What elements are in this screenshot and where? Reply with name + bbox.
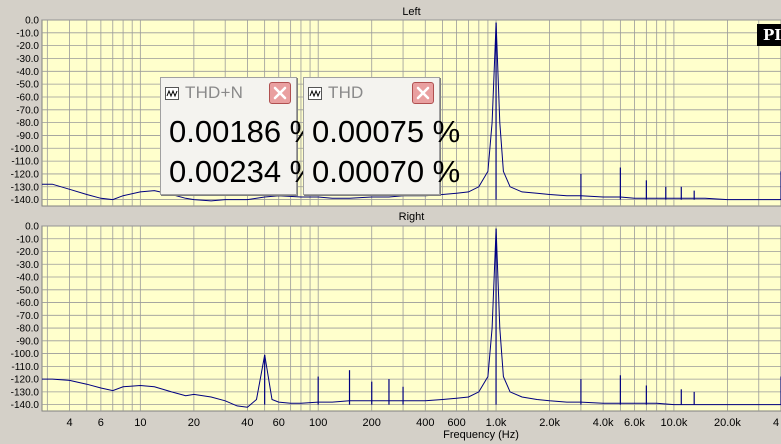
y-tick-label: -20.0 [16, 247, 39, 258]
x-tick-label: 400 [416, 417, 434, 429]
logo-text: PI [763, 26, 781, 44]
spectrum-analyzer: 0.0-10.0-20.0-30.0-40.0-50.0-60.0-70.0-8… [11, 6, 781, 441]
y-tick-label: -50.0 [16, 285, 39, 296]
y-tick-label: -40.0 [16, 273, 39, 284]
x-tick-label: 20 [188, 417, 200, 429]
x-tick-label: 600 [447, 417, 465, 429]
meter-value-left: 0.00075 % [312, 114, 461, 149]
meter-value-right: 0.00234 % [169, 154, 318, 189]
y-tick-label: -100.0 [11, 144, 40, 155]
x-tick-label: 10 [134, 417, 146, 429]
x-tick-label: 4 [66, 417, 72, 429]
meter-value-right: 0.00070 % [312, 154, 461, 189]
y-tick-label: -80.0 [16, 324, 39, 335]
y-tick-label: -110.0 [11, 157, 39, 168]
y-tick-label: 0.0 [25, 16, 39, 27]
y-tick-label: -30.0 [16, 260, 39, 271]
y-tick-label: -60.0 [16, 92, 39, 103]
logo: PI [757, 24, 781, 46]
x-tick-label: 20.0k [714, 417, 741, 429]
y-tick-label: -140.0 [11, 400, 40, 411]
x-tick-label: 60 [273, 417, 285, 429]
meter-name: THD [328, 83, 364, 102]
y-tick-label: -10.0 [16, 28, 39, 39]
y-tick-label: 0.0 [25, 222, 39, 233]
close-icon[interactable] [412, 82, 434, 104]
meter-value-left: 0.00186 % [169, 114, 318, 149]
y-tick-label: -10.0 [16, 234, 39, 245]
y-tick-label: -50.0 [16, 80, 39, 91]
right-panel: 0.0-10.0 -20.0 -30.0 -40.0-50.0 -60.0 -70.0 -8… [11, 211, 781, 441]
panel-title: Right [399, 211, 425, 223]
x-axis-label: Frequency (Hz) [443, 429, 519, 441]
x-tick-label: 100 [309, 417, 327, 429]
meter-icon [308, 86, 322, 100]
y-tick-label: -140.0 [11, 195, 40, 206]
y-tick-label: -120.0 [11, 375, 40, 386]
y-tick-label: -130.0 [11, 387, 40, 398]
x-tick-label: 6 [98, 417, 104, 429]
x-tick-label: 1.0k [486, 417, 507, 429]
y-tick-label: -90.0 [16, 336, 39, 347]
thd-meter[interactable]: THD 0.00075 % 0.00070 % [303, 77, 460, 195]
x-tick-label: 6.0k [624, 417, 645, 429]
x-tick-label: 4 [773, 417, 779, 429]
y-tick-label: -130.0 [11, 182, 40, 193]
y-tick-label: -30.0 [16, 54, 39, 65]
thd-n-meter[interactable]: THD+N 0.00186 % 0.00234 % [160, 77, 317, 195]
y-tick-label: -60.0 [16, 298, 39, 309]
panel-title: Left [402, 6, 420, 18]
y-tick-label: -80.0 [16, 118, 39, 129]
close-icon[interactable] [269, 82, 291, 104]
y-tick-label: -20.0 [16, 41, 39, 52]
y-tick-label: -110.0 [11, 362, 39, 373]
meter-name: THD+N [185, 83, 244, 102]
x-tick-label: 4.0k [593, 417, 614, 429]
x-tick-label: 2.0k [539, 417, 560, 429]
y-tick-label: -70.0 [16, 311, 39, 322]
y-tick-label: -120.0 [11, 169, 40, 180]
meter-icon [165, 86, 179, 100]
x-tick-label: 200 [363, 417, 381, 429]
x-tick-label: 10.0k [660, 417, 687, 429]
plot-area[interactable] [41, 225, 781, 412]
y-tick-label: -70.0 [16, 105, 39, 116]
y-tick-label: -100.0 [11, 349, 40, 360]
y-tick-label: -40.0 [16, 67, 39, 78]
x-tick-label: 40 [241, 417, 253, 429]
y-tick-label: -90.0 [16, 131, 39, 142]
